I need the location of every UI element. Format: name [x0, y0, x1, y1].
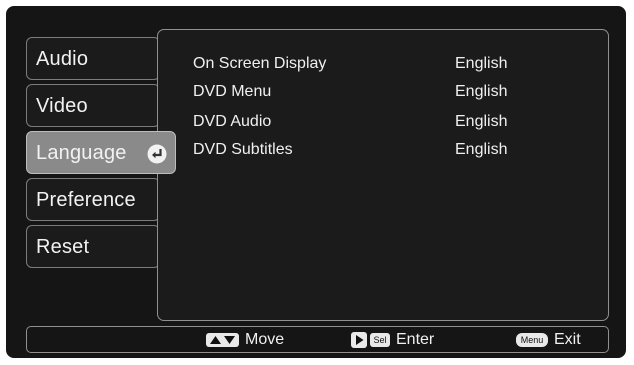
up-down-arrows-icon — [206, 332, 239, 347]
tab-reset[interactable]: Reset — [26, 225, 160, 268]
menu-key: Menu — [516, 332, 548, 347]
sel-key: Sel — [370, 332, 390, 347]
tab-reset-label: Reset — [36, 236, 90, 258]
setting-value: English — [455, 55, 508, 72]
setting-row-dvd-subtitles[interactable]: DVD Subtitles English — [158, 141, 608, 163]
setting-row-dvd-audio[interactable]: DVD Audio English — [158, 113, 608, 135]
hint-enter-label: Enter — [396, 330, 435, 348]
hint-exit: Menu Exit — [516, 327, 581, 352]
tab-preference[interactable]: Preference — [26, 178, 160, 221]
setting-label: DVD Subtitles — [193, 141, 293, 158]
play-icon — [351, 331, 367, 348]
setting-row-osd[interactable]: On Screen Display English — [158, 55, 608, 77]
setting-label: On Screen Display — [193, 55, 327, 72]
hint-move: Move — [206, 327, 284, 352]
tab-audio[interactable]: Audio — [26, 37, 160, 80]
setting-label: DVD Menu — [193, 83, 272, 100]
hint-enter: Sel Enter — [351, 327, 434, 352]
tab-video[interactable]: Video — [26, 84, 160, 127]
sel-key-text: Sel — [373, 334, 387, 345]
tab-language[interactable]: Language — [26, 131, 176, 174]
menu-key-text: Menu — [520, 334, 544, 345]
tab-audio-label: Audio — [36, 48, 89, 70]
setting-label: DVD Audio — [193, 113, 272, 130]
setting-row-dvd-menu[interactable]: DVD Menu English — [158, 83, 608, 105]
tab-video-label: Video — [36, 95, 88, 117]
hint-exit-label: Exit — [554, 330, 581, 348]
setting-value: English — [455, 113, 508, 130]
hint-move-label: Move — [245, 330, 285, 348]
footer-hint-bar: Move Sel Enter Menu Exit — [26, 326, 609, 353]
tab-preference-label: Preference — [36, 189, 136, 211]
language-settings-panel: On Screen Display English DVD Menu Engli… — [157, 29, 609, 321]
setting-value: English — [455, 141, 508, 158]
tab-language-label: Language — [36, 142, 127, 164]
setting-value: English — [455, 83, 508, 100]
enter-arrow-icon — [147, 144, 167, 164]
